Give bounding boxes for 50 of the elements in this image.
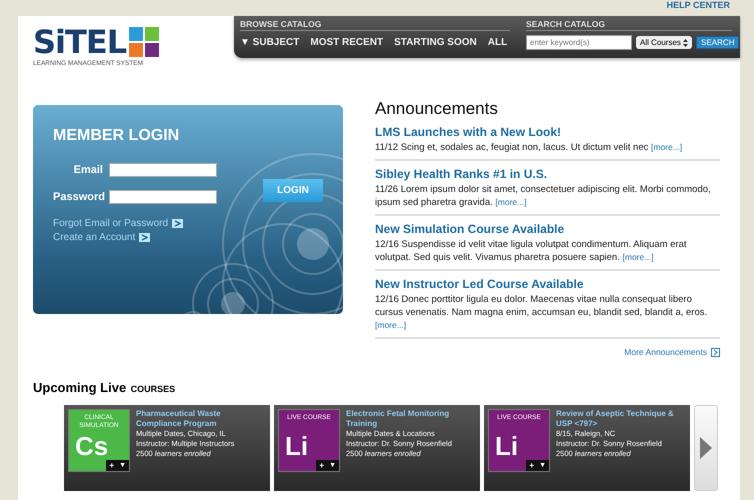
course-title-link[interactable]: Review of Aseptic Technique & USP <797> — [556, 409, 686, 429]
more-link[interactable]: [more...] — [622, 252, 654, 262]
catalog-nav-link[interactable]: STARTING SOON — [394, 37, 477, 48]
add-button[interactable]: + — [317, 460, 326, 471]
announcement-headline[interactable]: New Instructor Led Course Available — [375, 277, 720, 291]
add-button[interactable]: + — [527, 460, 536, 471]
password-field[interactable] — [109, 190, 217, 204]
announcement-headline[interactable]: Sibley Health Ranks #1 in U.S. — [375, 167, 720, 181]
email-label: Email — [72, 164, 103, 176]
course-title-link[interactable]: Pharmaceutical Waste Compliance Program — [136, 409, 266, 429]
arrow-icon — [139, 233, 150, 242]
arrow-icon — [711, 348, 720, 356]
search-catalog-heading: SEARCH CATALOG — [526, 19, 732, 31]
announcement-headline[interactable]: LMS Launches with a New Look! — [375, 125, 720, 139]
upcoming-subheading: COURSES — [130, 384, 176, 394]
more-link[interactable]: [more...] — [651, 142, 682, 152]
next-button[interactable] — [694, 405, 718, 491]
search-button[interactable]: SEARCH — [696, 36, 740, 49]
upcoming-heading: Upcoming Live — [33, 380, 126, 395]
browse-catalog-heading: BROWSE CATALOG — [240, 19, 510, 31]
catalog-nav-link[interactable]: MOST RECENT — [310, 37, 384, 48]
announcement-text: 11/26 Lorem ipsum dolor sit amet, consectetuer adipiscing elit. Morbi commodo, ipsum sed pharetra gravida. [more...] — [375, 183, 712, 209]
announcement-text: 11/12 Scing et, sodales ac, feugiat non, lacus. Ut dictum velit nec [more...] — [375, 141, 684, 154]
catalog-nav-link[interactable]: ALL — [488, 37, 508, 48]
next-arrow-icon — [700, 437, 712, 459]
more-announcements-link[interactable]: More Announcements — [624, 347, 707, 357]
keyword-search-field[interactable]: enter keyword(s) — [526, 35, 632, 50]
up-down-arrows-icon — [683, 38, 688, 47]
email-field[interactable] — [109, 163, 217, 177]
more-link[interactable]: [more...] — [375, 320, 406, 330]
announcement-text: 12/16 Donec porttitor ligula eu dolor. Maecenas vitae nulla consequat libero cursus venenatis. Nam magna enim, accumsan eu, blandit sed, blandit a, eros. [more...] — [375, 293, 708, 332]
course-type-letters: Cs — [75, 433, 108, 459]
announcement-headline[interactable]: New Simulation Course Available — [375, 222, 720, 236]
more-link[interactable]: [more...] — [495, 197, 527, 207]
help-center-link[interactable]: HELP CENTER — [666, 0, 730, 16]
password-label: Password — [53, 191, 103, 203]
member-login-title: MEMBER LOGIN — [53, 127, 180, 145]
announcements-heading: Announcements — [375, 99, 499, 119]
course-scope-dropdown[interactable]: All Courses — [636, 36, 692, 49]
logo-squares-icon — [129, 27, 160, 57]
arrow-icon — [172, 219, 184, 228]
catalog-nav-link[interactable]: ▼ SUBJECT — [240, 37, 300, 48]
course-type-letters: Li — [285, 433, 308, 459]
login-help-link[interactable]: Create an Account — [53, 232, 136, 243]
course-title-link[interactable]: Electronic Fetal Monitoring Training — [346, 409, 476, 429]
announcement-text: 12/16 Suspendisse id velit vitae ligula volutpat condimentum. Aliquam erat volutpat. Sed quis velit. Vivamus pharetra posuere sapien. [more...] — [375, 238, 688, 264]
course-type-letters: Li — [495, 433, 518, 459]
add-button[interactable]: + — [107, 460, 116, 471]
logo-wordmark: SiTEL — [33, 26, 126, 58]
login-help-link[interactable]: Forgot Email or Password — [53, 218, 168, 229]
